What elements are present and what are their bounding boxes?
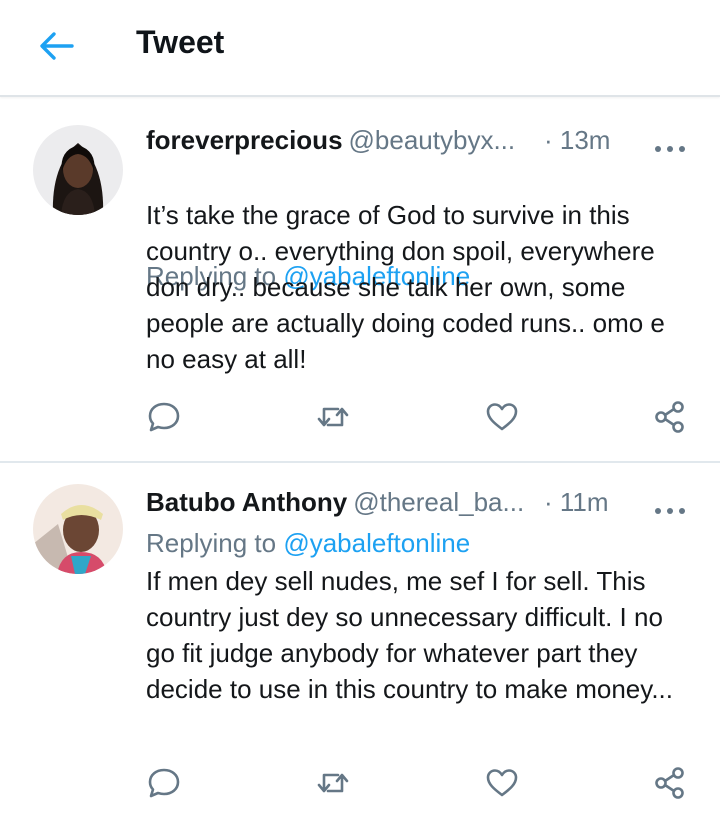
display-name[interactable]: Batubo Anthony (146, 487, 347, 517)
user-handle[interactable]: @thereal_ba... (353, 487, 524, 517)
retweet-button[interactable] (315, 399, 351, 435)
more-icon (655, 508, 685, 514)
like-icon (486, 769, 518, 797)
user-handle[interactable]: @beautybyx... (349, 125, 516, 155)
reply-icon (148, 402, 180, 432)
tweet-meta: foreverprecious @beautybyx... · 13m (146, 125, 690, 159)
share-button[interactable] (652, 765, 688, 801)
reply-button[interactable] (146, 765, 182, 801)
replying-to: Replying to @yabaleftonline (146, 528, 471, 558)
top-bar: Tweet (0, 0, 720, 97)
tweet[interactable]: Batubo Anthony @thereal_ba... · 11m Reply… (0, 463, 720, 826)
display-name[interactable]: foreverprecious (146, 125, 343, 155)
tweet-actions (0, 399, 720, 439)
avatar[interactable] (33, 484, 123, 574)
share-button[interactable] (652, 399, 688, 435)
timestamp[interactable]: · 13m (544, 125, 610, 156)
reply-button[interactable] (146, 399, 182, 435)
more-options-button[interactable] (652, 495, 688, 514)
tweet-actions (0, 765, 720, 805)
more-icon (655, 146, 685, 152)
tweet-text: It’s take the grace of God to survive in… (146, 200, 665, 374)
retweet-icon (317, 407, 349, 427)
share-icon (655, 767, 684, 799)
timestamp[interactable]: · 11m (544, 487, 609, 518)
more-options-button[interactable] (652, 133, 688, 152)
like-button[interactable] (484, 765, 520, 801)
like-button[interactable] (484, 399, 520, 435)
mention-link[interactable]: @yabaleftonline (283, 528, 470, 558)
retweet-icon (317, 773, 349, 793)
tweet-text: If men dey sell nudes, me sef I for sell… (146, 566, 674, 704)
like-icon (486, 403, 518, 431)
retweet-button[interactable] (315, 765, 351, 801)
back-button[interactable] (36, 28, 76, 64)
tweet[interactable]: foreverprecious @beautybyx... · 13m Reply… (0, 97, 720, 463)
share-icon (655, 401, 684, 433)
reply-icon (148, 768, 180, 798)
tweet-meta: Batubo Anthony @thereal_ba... · 11m (146, 487, 690, 521)
page-title: Tweet (136, 24, 225, 60)
arrow-left-icon (40, 32, 74, 60)
avatar[interactable] (33, 125, 123, 215)
